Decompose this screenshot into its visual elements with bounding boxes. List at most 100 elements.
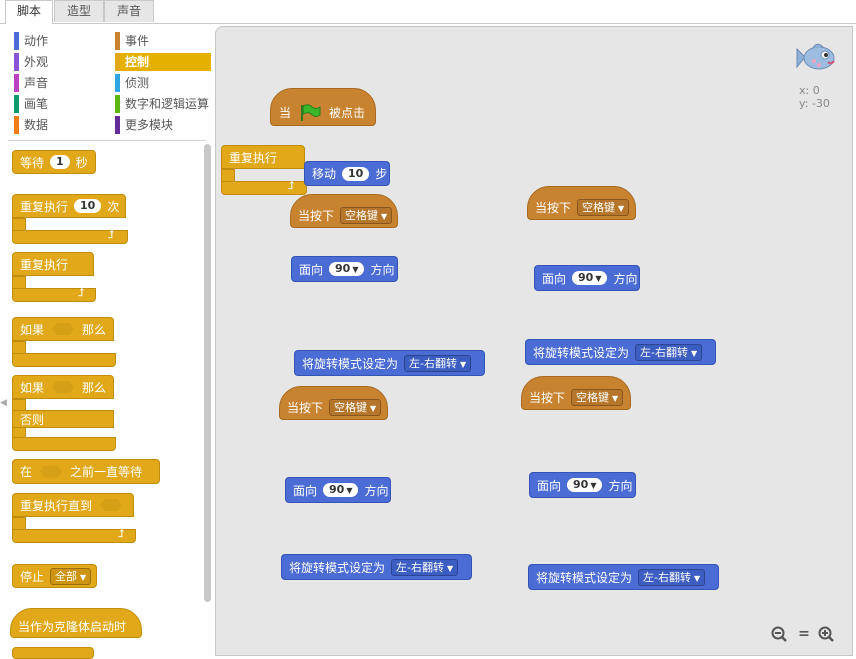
dropdown-value: 左-右翻转 <box>409 356 457 370</box>
repeat-until-block[interactable]: 重复执行直到 ⮥ <box>12 493 136 543</box>
number-input[interactable]: 10 <box>342 166 370 181</box>
direction-input[interactable]: 90 ▼ <box>567 478 603 492</box>
repeat-until-header: 重复执行直到 <box>12 493 134 517</box>
direction-input[interactable]: 90 ▼ <box>323 483 359 497</box>
zoom-in-button[interactable] <box>818 626 836 642</box>
set-rotation-style-block[interactable]: 将旋转模式设定为 左-右翻转 ▼ <box>281 554 472 580</box>
dropdown-value: 空格键 <box>334 400 368 414</box>
category-color-swatch <box>115 53 120 71</box>
rotation-style-dropdown[interactable]: 左-右翻转 ▼ <box>635 343 703 361</box>
block-label: 在 <box>20 465 33 479</box>
sprite-thumbnail-icon <box>795 41 839 75</box>
block-label: 面向 <box>293 483 318 498</box>
direction-value: 90 <box>578 271 594 284</box>
category-events[interactable]: 事件 <box>115 32 211 50</box>
category-label: 侦测 <box>125 76 150 90</box>
rotation-style-dropdown[interactable]: 左-右翻转 ▼ <box>391 558 459 576</box>
category-color-swatch <box>115 74 120 92</box>
direction-input[interactable]: 90 ▼ <box>329 262 365 276</box>
clone-start-hat-block[interactable]: 当作为克隆体启动时 <box>10 608 142 638</box>
loop-arrow-icon: ⮥ <box>78 286 85 299</box>
direction-input[interactable]: 90 ▼ <box>572 271 608 285</box>
forever-block[interactable]: 重复执行 ⮥ <box>12 252 96 302</box>
block-label: 当按下 <box>529 390 566 405</box>
dropdown-arrow-icon: ▼ <box>590 481 597 490</box>
category-motion[interactable]: 动作 <box>14 32 104 50</box>
block-label: 次 <box>107 199 120 214</box>
dropdown-arrow-icon: ▼ <box>691 348 698 358</box>
category-sensing[interactable]: 侦测 <box>115 74 211 92</box>
point-direction-block[interactable]: 面向 90 ▼ 方向 <box>529 472 636 498</box>
tab-sounds[interactable]: 声音 <box>104 0 154 22</box>
key-dropdown[interactable]: 空格键 ▼ <box>571 388 624 406</box>
dropdown-value: 左-右翻转 <box>396 560 444 574</box>
dropdown-arrow-icon: ▼ <box>370 403 377 413</box>
move-steps-block[interactable]: 移动 10 步 <box>304 161 390 186</box>
stop-block[interactable]: 停止 全部 ▼ <box>12 564 98 588</box>
c-block-bottom <box>12 437 116 451</box>
block-label: 将旋转模式设定为 <box>533 345 630 360</box>
block-label: 之前一直等待 <box>70 465 143 479</box>
category-data[interactable]: 数据 <box>14 116 104 134</box>
boolean-slot[interactable] <box>100 499 123 511</box>
boolean-slot[interactable] <box>52 323 74 335</box>
point-direction-block[interactable]: 面向 90 ▼ 方向 <box>285 477 391 503</box>
set-rotation-style-block[interactable]: 将旋转模式设定为 左-右翻转 ▼ <box>528 564 719 590</box>
category-label: 声音 <box>24 76 49 90</box>
stop-option-dropdown[interactable]: 全部 ▼ <box>50 567 92 585</box>
collapse-arrow-icon[interactable]: ◀ <box>0 398 7 410</box>
point-direction-block[interactable]: 面向 90 ▼ 方向 <box>534 265 640 291</box>
repeat-block[interactable]: 重复执行 10 次 ⮥ <box>12 194 128 244</box>
dropdown-value: 空格键 <box>582 200 616 214</box>
key-dropdown[interactable]: 空格键 ▼ <box>340 206 393 224</box>
key-dropdown[interactable]: 空格键 ▼ <box>577 198 630 216</box>
point-direction-block[interactable]: 面向 90 ▼ 方向 <box>291 256 398 282</box>
dropdown-value: 左-右翻转 <box>640 345 688 359</box>
category-control[interactable]: 控制 <box>115 53 211 71</box>
block-label: 将旋转模式设定为 <box>536 570 633 585</box>
sprite-y-coordinate: y: -30 <box>799 97 830 110</box>
boolean-slot[interactable] <box>52 381 74 393</box>
dropdown-arrow-icon: ▼ <box>447 563 454 573</box>
key-dropdown[interactable]: 空格键 ▼ <box>329 398 382 416</box>
number-input[interactable]: 1 <box>50 155 70 169</box>
wait-until-block[interactable]: 在 之前一直等待 <box>12 459 160 484</box>
tab-scripts[interactable]: 脚本 <box>5 0 53 24</box>
category-looks[interactable]: 外观 <box>14 53 104 71</box>
boolean-slot[interactable] <box>40 465 63 478</box>
block-label: 移动 <box>312 167 337 181</box>
category-pen[interactable]: 画笔 <box>14 95 104 113</box>
number-input[interactable]: 10 <box>74 199 102 213</box>
if-then-block[interactable]: 如果 那么 <box>12 317 116 367</box>
else-row: 否则 <box>12 410 114 428</box>
block-label: 当作为克隆体启动时 <box>18 619 127 634</box>
if-else-block[interactable]: 如果 那么 否则 <box>12 375 116 451</box>
script-forever-block[interactable]: 重复执行 ⮥ <box>221 145 307 195</box>
loop-arrow-icon: ⮥ <box>288 179 295 192</box>
block-label: 秒 <box>75 155 88 170</box>
direction-value: 90 <box>329 483 345 496</box>
zoom-reset-button[interactable]: = <box>795 626 813 642</box>
category-sound[interactable]: 声音 <box>14 74 104 92</box>
when-key-pressed-block[interactable]: 当按下 空格键 ▼ <box>527 186 636 220</box>
category-more-blocks[interactable]: 更多模块 <box>115 116 211 134</box>
wait-block[interactable]: 等待 1 秒 <box>12 150 96 174</box>
when-key-pressed-block[interactable]: 当按下 空格键 ▼ <box>279 386 388 420</box>
when-key-pressed-block[interactable]: 当按下 空格键 ▼ <box>521 376 631 410</box>
category-operators[interactable]: 数字和逻辑运算 <box>115 95 214 113</box>
rotation-style-dropdown[interactable]: 左-右翻转 ▼ <box>638 568 706 586</box>
tab-costumes[interactable]: 造型 <box>54 0 104 22</box>
block-label: 那么 <box>81 322 106 337</box>
partial-block[interactable] <box>12 647 94 659</box>
set-rotation-style-block[interactable]: 将旋转模式设定为 左-右翻转 ▼ <box>525 339 716 365</box>
loop-arrow-icon: ⮥ <box>118 527 125 540</box>
when-key-pressed-block[interactable]: 当按下 空格键 ▼ <box>290 194 398 228</box>
when-flag-clicked-block[interactable]: 当 被点击 <box>270 88 376 126</box>
palette-scrollbar[interactable] <box>204 144 211 602</box>
set-rotation-style-block[interactable]: 将旋转模式设定为 左-右翻转 ▼ <box>294 350 485 376</box>
block-label: 否则 <box>20 412 45 427</box>
zoom-out-button[interactable] <box>771 626 789 642</box>
tab-bar: 脚本 造型 声音 <box>0 0 856 24</box>
rotation-style-dropdown[interactable]: 左-右翻转 ▼ <box>404 354 472 372</box>
category-label: 外观 <box>24 55 49 69</box>
